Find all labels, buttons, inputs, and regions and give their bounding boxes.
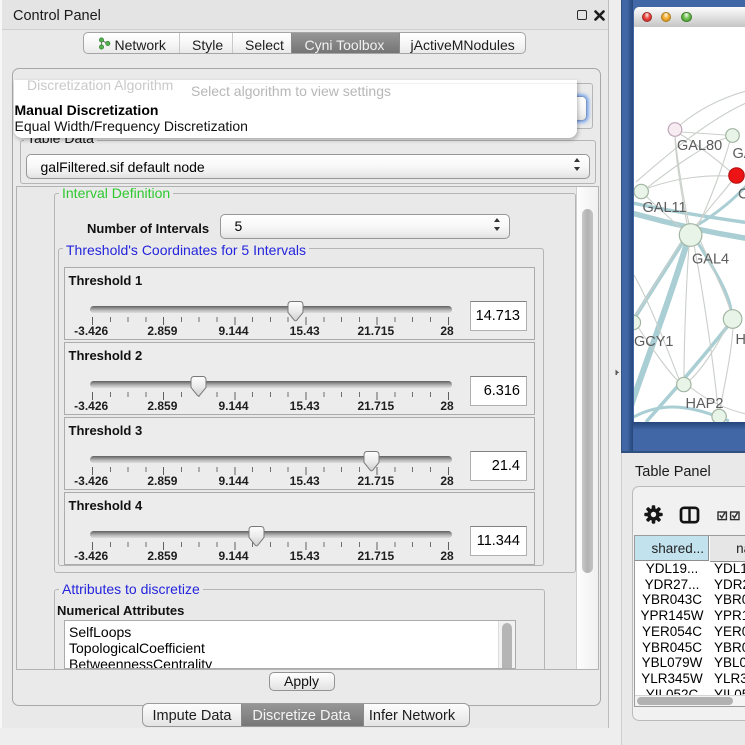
svg-text:GAL80: GAL80 (677, 138, 722, 154)
svg-text:GA: GA (733, 146, 745, 162)
svg-text:HAP2: HAP2 (686, 396, 724, 412)
svg-text:GAL4: GAL4 (692, 252, 729, 268)
svg-text:HI: HI (736, 332, 745, 348)
svg-text:C: C (738, 187, 745, 203)
svg-text:GAL11: GAL11 (643, 200, 687, 216)
svg-text:GCY1: GCY1 (634, 334, 674, 350)
